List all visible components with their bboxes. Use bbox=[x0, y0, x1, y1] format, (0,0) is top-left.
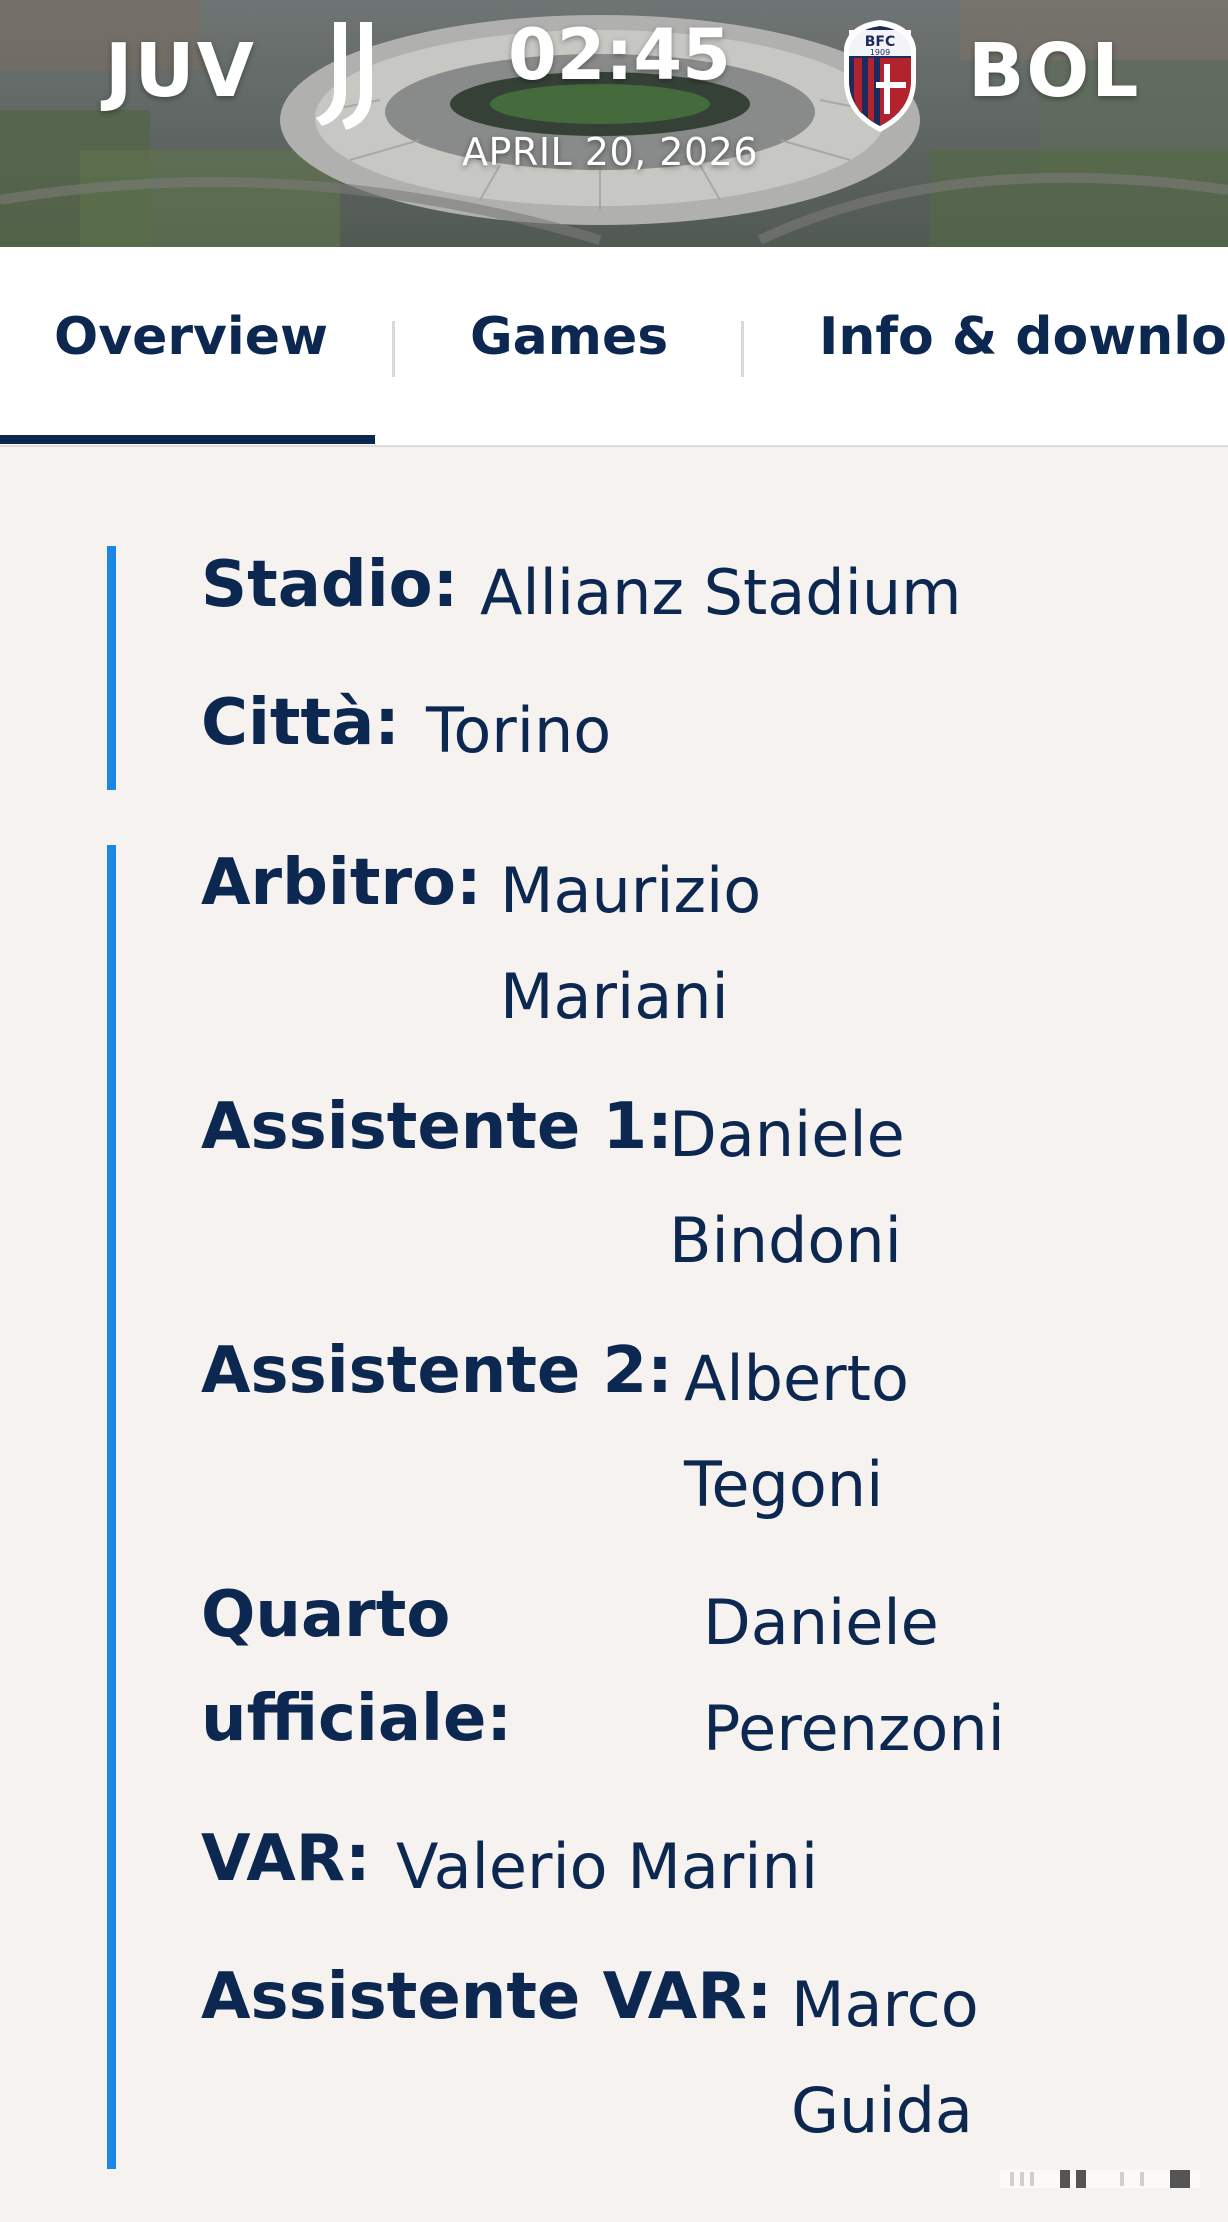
assistant-var-label: Assistente VAR: bbox=[201, 1960, 773, 2034]
match-hero: JUV 02:45 APRIL 20, 2026 BFC 1909 BOL bbox=[0, 0, 1228, 247]
juventus-logo-icon bbox=[316, 22, 372, 130]
referee-value-line1: Maurizio bbox=[500, 854, 762, 927]
city-value: Torino bbox=[426, 694, 612, 767]
assistant1-value-line1: Daniele bbox=[669, 1098, 905, 1171]
fourth-official-value-line1: Daniele bbox=[703, 1586, 939, 1659]
match-date: APRIL 20, 2026 bbox=[462, 130, 758, 174]
tab-info-downloads[interactable]: Info & downloa bbox=[819, 307, 1228, 367]
fourth-official-label-line1: Quarto bbox=[201, 1578, 451, 1652]
bologna-crest-icon: BFC 1909 bbox=[844, 20, 916, 132]
assistant2-label: Assistente 2: bbox=[201, 1334, 673, 1408]
stadium-value: Allianz Stadium bbox=[480, 556, 962, 629]
active-tab-indicator bbox=[0, 435, 375, 444]
assistant1-label: Assistente 1: bbox=[201, 1090, 673, 1164]
city-label: Città: bbox=[201, 686, 400, 760]
match-tabs: Overview Games Info & downloa bbox=[0, 247, 1228, 447]
assistant-var-value-line1: Marco bbox=[791, 1968, 979, 2041]
referee-value-line2: Mariani bbox=[500, 960, 729, 1033]
watermark-icon bbox=[1000, 2170, 1200, 2188]
assistant1-value-line2: Bindoni bbox=[669, 1204, 902, 1277]
tab-overview[interactable]: Overview bbox=[54, 307, 328, 367]
page: JUV 02:45 APRIL 20, 2026 BFC 1909 BOL Ov… bbox=[0, 0, 1228, 2222]
var-value: Valerio Marini bbox=[396, 1830, 819, 1903]
assistant2-value-line1: Alberto bbox=[684, 1342, 909, 1415]
assistant2-value-line2: Tegoni bbox=[684, 1448, 884, 1521]
away-team-code: BOL bbox=[968, 28, 1141, 114]
tab-divider bbox=[392, 321, 395, 377]
referee-label: Arbitro: bbox=[201, 846, 482, 920]
var-label: VAR: bbox=[201, 1822, 371, 1896]
tab-divider bbox=[741, 321, 744, 377]
match-time: 02:45 bbox=[508, 14, 731, 96]
officials-info-block bbox=[107, 845, 116, 2169]
tab-games[interactable]: Games bbox=[470, 307, 668, 367]
home-team-code: JUV bbox=[105, 28, 256, 114]
crest-year: 1909 bbox=[870, 48, 890, 57]
venue-info-block bbox=[107, 546, 116, 790]
fourth-official-value-line2: Perenzoni bbox=[703, 1692, 1005, 1765]
fourth-official-label-line2: ufficiale: bbox=[201, 1682, 512, 1756]
stadium-label: Stadio: bbox=[201, 548, 459, 622]
assistant-var-value-line2: Guida bbox=[791, 2074, 973, 2147]
